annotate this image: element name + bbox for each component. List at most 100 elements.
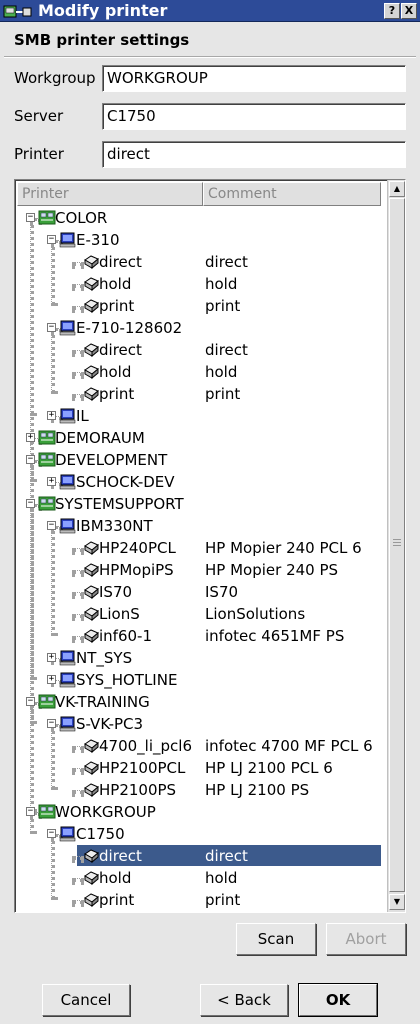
collapse-icon[interactable]: −: [47, 521, 56, 530]
collapse-icon[interactable]: −: [47, 323, 56, 332]
printer-tree[interactable]: Printer Comment − COLOR − E-310 direct direct…: [14, 179, 406, 913]
computer-icon: [59, 716, 76, 732]
tree-row[interactable]: HP240PCL HP Mopier 240 PCL 6: [17, 537, 387, 559]
ok-button[interactable]: OK: [298, 983, 378, 1017]
tree-row[interactable]: print print: [17, 889, 387, 911]
tree-row[interactable]: − IBM330NT: [17, 515, 387, 537]
server-field[interactable]: C1750: [102, 103, 406, 130]
printer-icon: [84, 563, 99, 578]
printer-icon: [84, 541, 99, 556]
printer-icon: [84, 849, 99, 864]
tree-row-comment: hold: [205, 869, 238, 887]
printer-app-icon: [3, 5, 32, 18]
tree-row[interactable]: LionS LionSolutions: [17, 603, 387, 625]
tree-row[interactable]: − E-710-128602: [17, 317, 387, 339]
tree-row-label: NT_SYS: [76, 649, 133, 667]
column-header-comment[interactable]: Comment: [203, 182, 381, 206]
collapse-icon[interactable]: −: [26, 697, 35, 706]
tree-row[interactable]: − VK-TRAINING: [17, 691, 387, 713]
tree-row[interactable]: 4700_li_pcl6 infotec 4700 MF PCL 6: [17, 735, 387, 757]
tree-row[interactable]: + SCHOCK-DEV: [17, 471, 387, 493]
tree-row[interactable]: − DEVELOPMENT: [17, 449, 387, 471]
tree-row-label: IBM330NT: [76, 517, 153, 535]
tree-row[interactable]: hold hold: [17, 867, 387, 889]
help-button[interactable]: ?: [384, 3, 400, 19]
back-button[interactable]: < Back: [200, 984, 288, 1016]
workgroup-icon: [38, 496, 56, 511]
collapse-icon[interactable]: −: [47, 719, 56, 728]
computer-icon: [59, 474, 76, 490]
tree-row-label: direct: [99, 341, 142, 359]
collapse-icon[interactable]: −: [47, 235, 56, 244]
tree-row[interactable]: inf60-1 infotec 4651MF PS: [17, 625, 387, 647]
tree-row[interactable]: − E-310: [17, 229, 387, 251]
tree-row[interactable]: print print: [17, 383, 387, 405]
cancel-button[interactable]: Cancel: [42, 984, 130, 1016]
tree-row-label: print: [99, 385, 135, 403]
tree-row[interactable]: − S-VK-PC3: [17, 713, 387, 735]
workgroup-icon: [38, 694, 56, 709]
printer-icon: [84, 629, 99, 644]
printer-icon: [84, 871, 99, 886]
tree-row-label: print: [99, 297, 135, 315]
scan-button[interactable]: Scan: [236, 923, 316, 955]
tree-row-comment: infotec 4651MF PS: [205, 627, 345, 645]
collapse-icon[interactable]: −: [26, 499, 35, 508]
workgroup-field[interactable]: WORKGROUP: [102, 65, 406, 92]
tree-row[interactable]: HPMopiPS HP Mopier 240 PS: [17, 559, 387, 581]
tree-row[interactable]: + IL: [17, 405, 387, 427]
printer-icon: [84, 783, 99, 798]
tree-row-label: HPMopiPS: [99, 561, 174, 579]
collapse-icon[interactable]: −: [47, 829, 56, 838]
tree-row[interactable]: − SYSTEMSUPPORT: [17, 493, 387, 515]
tree-row[interactable]: HP2100PCL HP LJ 2100 PCL 6: [17, 757, 387, 779]
tree-row-comment: direct: [205, 341, 248, 359]
printer-field[interactable]: direct: [102, 141, 406, 168]
tree-row[interactable]: direct direct: [17, 845, 387, 867]
collapse-icon[interactable]: −: [26, 455, 35, 464]
tree-row-label: 4700_li_pcl6: [99, 737, 192, 755]
tree-row-label: E-710-128602: [76, 319, 183, 337]
tree-row-comment: infotec 4700 MF PCL 6: [205, 737, 373, 755]
tree-row-label: COLOR: [55, 209, 108, 227]
divider: [4, 56, 416, 58]
tree-row-label: LionS: [99, 605, 140, 623]
tree-row[interactable]: IS70 IS70: [17, 581, 387, 603]
tree-row-comment: HP Mopier 240 PCL 6: [205, 539, 362, 557]
expand-icon[interactable]: +: [47, 411, 56, 420]
printer-icon: [84, 299, 99, 314]
computer-icon: [59, 320, 76, 336]
tree-row-comment: HP LJ 2100 PCL 6: [205, 759, 333, 777]
tree-row[interactable]: − C1750: [17, 823, 387, 845]
tree-row[interactable]: − WORKGROUP: [17, 801, 387, 823]
group-title: SMB printer settings: [14, 31, 190, 49]
tree-row-label: E-310: [76, 231, 120, 249]
close-button[interactable]: X: [401, 3, 417, 19]
vertical-scrollbar[interactable]: ▲ ▼: [387, 180, 405, 912]
abort-button[interactable]: Abort: [326, 923, 406, 955]
expand-icon[interactable]: +: [47, 675, 56, 684]
expand-icon[interactable]: +: [47, 477, 56, 486]
tree-row[interactable]: HP2100PS HP LJ 2100 PS: [17, 779, 387, 801]
tree-row-comment: direct: [205, 253, 248, 271]
scroll-up-arrow-icon[interactable]: ▲: [389, 181, 405, 197]
tree-row[interactable]: − COLOR: [17, 207, 387, 229]
scroll-down-arrow-icon[interactable]: ▼: [389, 894, 405, 910]
collapse-icon[interactable]: −: [26, 213, 35, 222]
tree-row[interactable]: direct direct: [17, 251, 387, 273]
tree-row[interactable]: hold hold: [17, 361, 387, 383]
title-bar[interactable]: Modify printer ? X: [0, 0, 420, 22]
tree-row-comment: HP LJ 2100 PS: [205, 781, 310, 799]
tree-row[interactable]: hold hold: [17, 273, 387, 295]
scroll-thumb[interactable]: [389, 198, 405, 892]
printer-icon: [84, 607, 99, 622]
expand-icon[interactable]: +: [47, 653, 56, 662]
tree-row[interactable]: + NT_SYS: [17, 647, 387, 669]
column-header-printer[interactable]: Printer: [17, 182, 203, 206]
tree-row[interactable]: print print: [17, 295, 387, 317]
tree-row[interactable]: + SYS_HOTLINE: [17, 669, 387, 691]
collapse-icon[interactable]: −: [26, 807, 35, 816]
tree-row[interactable]: direct direct: [17, 339, 387, 361]
expand-icon[interactable]: +: [26, 433, 35, 442]
tree-row[interactable]: + DEMORAUM: [17, 427, 387, 449]
